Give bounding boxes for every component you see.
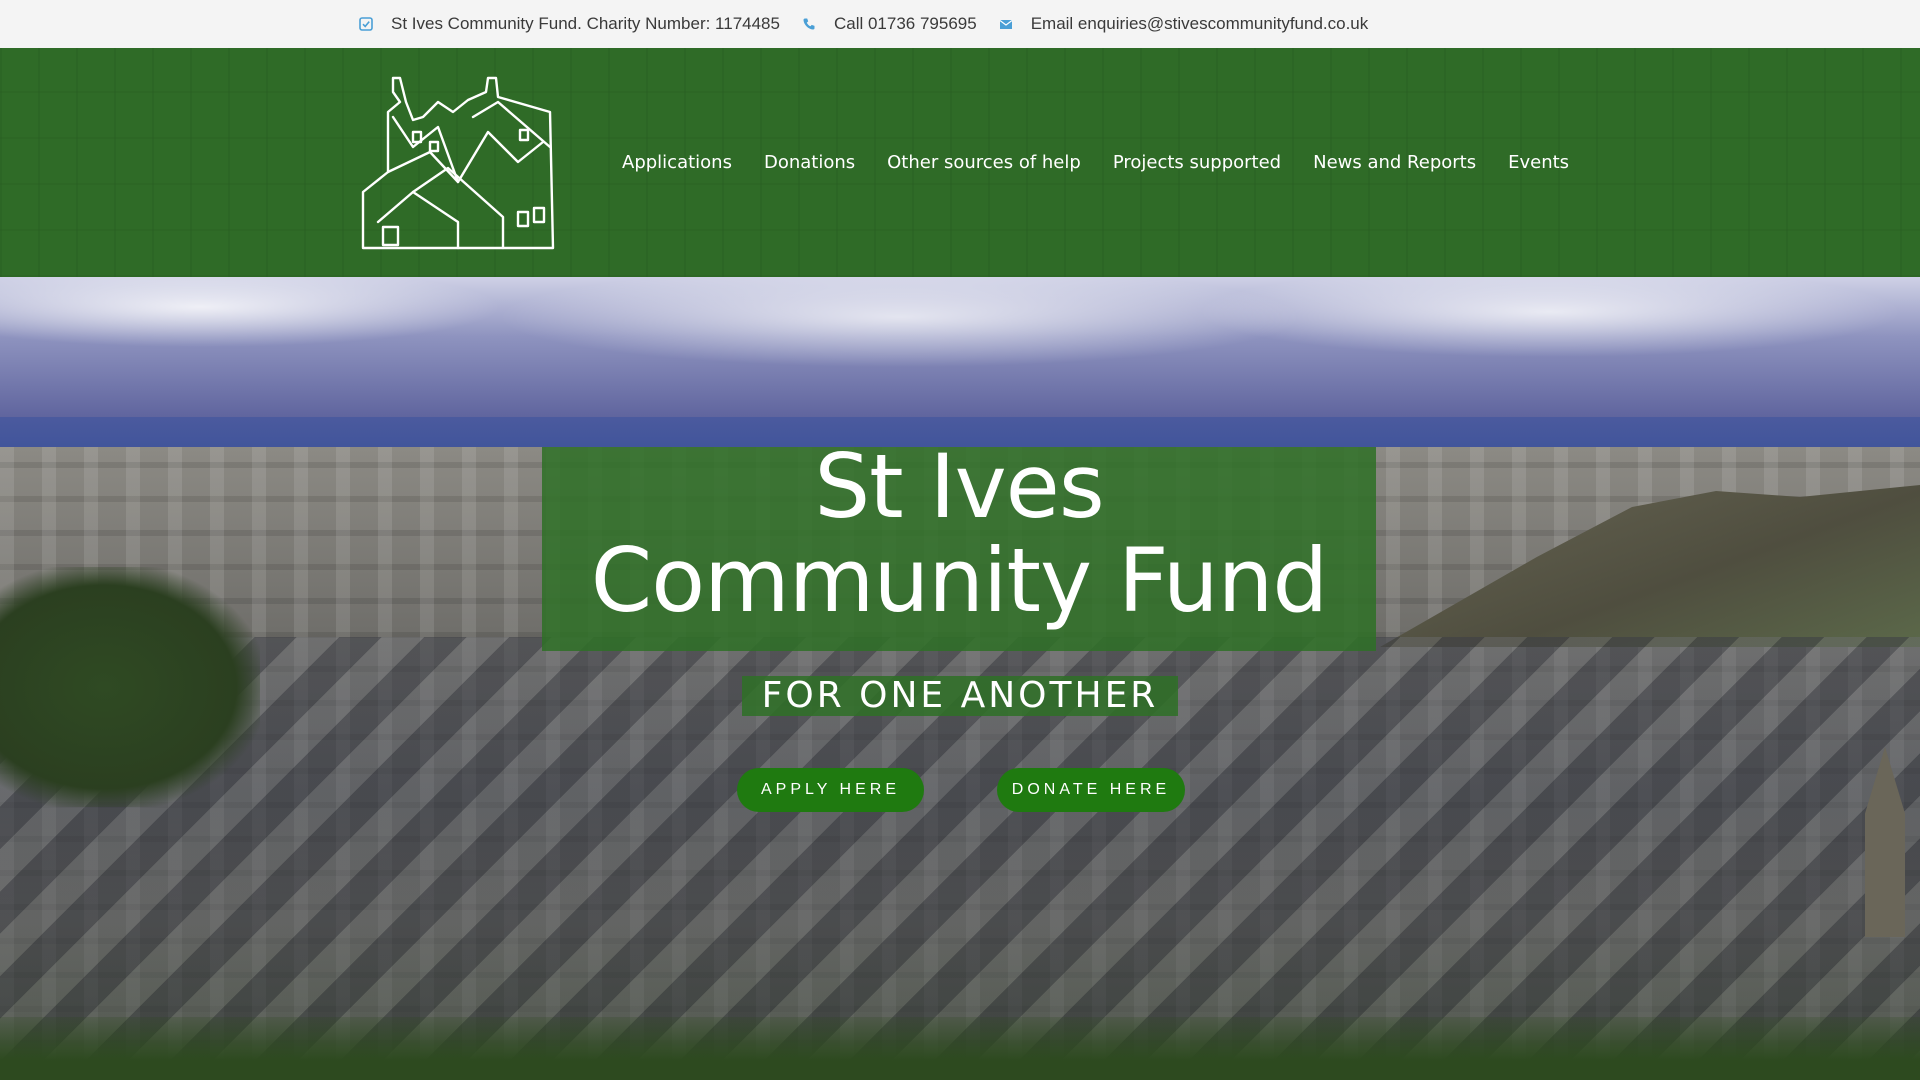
apply-here-button[interactable]: APPLY HERE <box>737 768 924 812</box>
houses-line-drawing-logo[interactable] <box>358 72 558 252</box>
hero-subtitle: FOR ONE ANOTHER <box>761 675 1159 716</box>
check-square-icon <box>359 17 373 31</box>
hero-trees-bottom <box>0 1017 1920 1080</box>
nav-other-sources-of-help[interactable]: Other sources of help <box>887 152 1081 173</box>
hero-title: St Ives Community Fund <box>542 440 1376 628</box>
email-text[interactable]: Email enquiries@stivescommunityfund.co.u… <box>1031 14 1369 34</box>
main-nav: Applications Donations Other sources of … <box>622 48 1601 277</box>
donate-here-button[interactable]: DONATE HERE <box>997 768 1185 812</box>
top-info-bar: St Ives Community Fund. Charity Number: … <box>0 0 1920 49</box>
hero-sky <box>0 277 1920 427</box>
hero-trees-left <box>0 567 260 807</box>
phone-icon <box>802 17 816 31</box>
nav-donations[interactable]: Donations <box>764 152 855 173</box>
envelope-icon <box>999 17 1013 31</box>
charity-info: St Ives Community Fund. Charity Number: … <box>359 14 780 34</box>
hero-title-line1: St Ives <box>814 435 1104 538</box>
top-info-bar-content: St Ives Community Fund. Charity Number: … <box>359 0 1390 48</box>
hero-title-line2: Community Fund <box>590 529 1329 632</box>
phone-info[interactable]: Call 01736 795695 <box>802 14 977 34</box>
nav-projects-supported[interactable]: Projects supported <box>1113 152 1281 173</box>
phone-text[interactable]: Call 01736 795695 <box>834 14 977 34</box>
site-header: Applications Donations Other sources of … <box>0 48 1920 277</box>
charity-text: St Ives Community Fund. Charity Number: … <box>391 14 780 33</box>
nav-applications[interactable]: Applications <box>622 152 732 173</box>
nav-events[interactable]: Events <box>1508 152 1569 173</box>
email-info[interactable]: Email enquiries@stivescommunityfund.co.u… <box>999 14 1369 34</box>
nav-news-and-reports[interactable]: News and Reports <box>1313 152 1476 173</box>
